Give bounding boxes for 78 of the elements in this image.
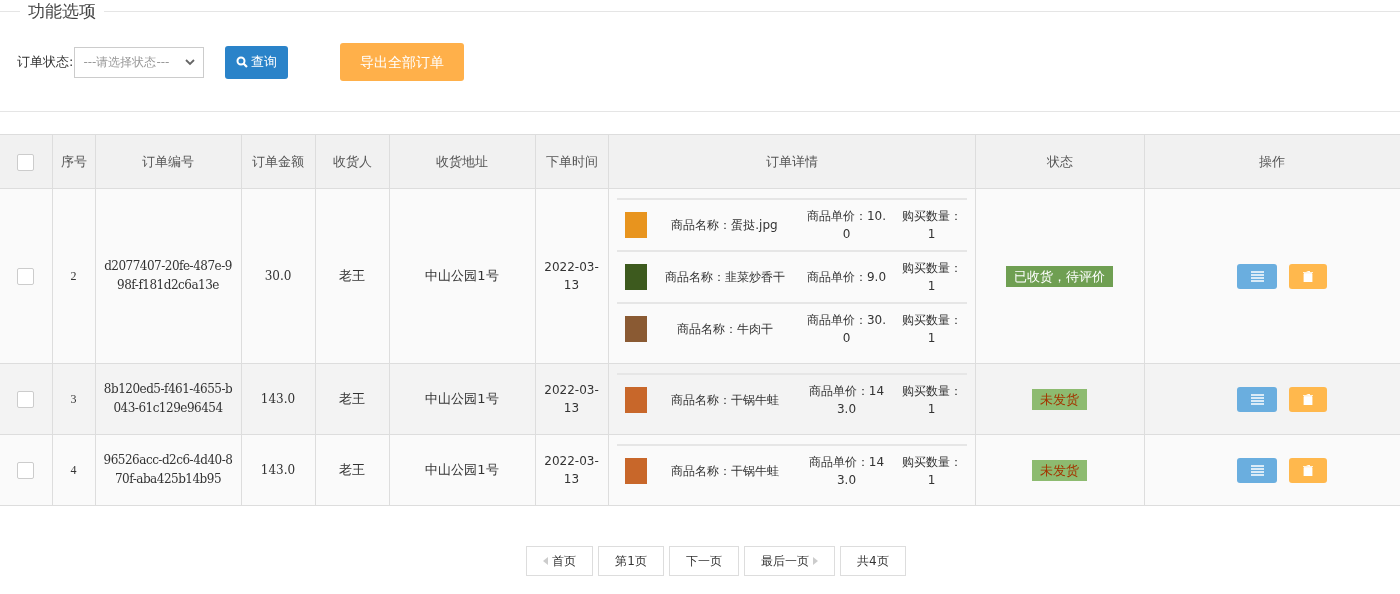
column-header: 下单时间 — [545, 153, 598, 169]
product-quantity: 购买数量：1 — [900, 383, 963, 418]
list-icon — [1250, 393, 1264, 405]
status-badge: 未发货 — [1032, 388, 1087, 410]
page-button[interactable]: 下一页 — [669, 546, 739, 576]
table-cell-text: 老王 — [339, 390, 365, 409]
list-button[interactable] — [1237, 386, 1278, 412]
product-price: 商品单价：143.0 — [807, 383, 886, 418]
left-triangle-icon — [543, 557, 549, 565]
product-quantity: 购买数量：1 — [900, 260, 963, 295]
delete-button[interactable] — [1289, 457, 1328, 483]
table-cell-text: 96526acc-d2c6-4d40-870f-aba425b14b95 — [103, 452, 233, 488]
photo-placeholder — [624, 387, 647, 413]
column-header: 状态 — [1046, 153, 1073, 169]
trash-icon — [1303, 270, 1314, 282]
product-quantity: 购买数量：1 — [900, 312, 963, 347]
status-badge: 未发货 — [1032, 459, 1087, 481]
product-name: 商品名称：蛋挞.jpg — [670, 217, 779, 234]
trash-icon — [1303, 393, 1314, 405]
table-cell-text: 老王 — [339, 461, 365, 480]
page-button[interactable]: 第1页 — [598, 546, 664, 576]
table-cell-text: 2 — [70, 268, 77, 286]
column-header: 收货地址 — [436, 153, 488, 169]
table-cell-text: 中山公园1号 — [425, 267, 499, 286]
photo-placeholder — [624, 264, 647, 290]
product-price: 商品单价：9.0 — [805, 269, 888, 286]
checkbox[interactable] — [17, 268, 35, 286]
table-cell-text: 30.0 — [264, 268, 292, 286]
product-price: 商品单价：143.0 — [807, 454, 886, 489]
photo-placeholder — [624, 316, 647, 342]
delete-button[interactable] — [1289, 263, 1328, 289]
list-button[interactable] — [1237, 263, 1278, 289]
table-cell-text: 143.0 — [260, 391, 296, 409]
table-cell-text: 4 — [70, 462, 77, 480]
page-button[interactable]: 共4页 — [840, 546, 906, 576]
table-cell-text: 8b120ed5-f461-4655-b043-61c129e96454 — [103, 381, 233, 417]
status-badge: 已收货，待评价 — [1006, 265, 1113, 287]
table-cell-text: 老王 — [339, 267, 365, 286]
column-header: 收货人 — [332, 153, 372, 169]
product-name: 商品名称：牛肉干 — [675, 321, 774, 338]
product-name: 商品名称：干锅牛蛙 — [669, 463, 780, 480]
product-name: 商品名称：干锅牛蛙 — [669, 392, 780, 409]
right-triangle-icon — [813, 557, 818, 565]
product-name: 商品名称：韭菜炒香干 — [663, 269, 786, 286]
photo-placeholder — [624, 458, 647, 484]
list-button[interactable] — [1237, 457, 1278, 483]
table-cell-text: 中山公园1号 — [425, 461, 499, 480]
column-header: 序号 — [60, 153, 87, 169]
table-cell-text: 143.0 — [260, 462, 296, 480]
list-icon — [1250, 270, 1264, 282]
list-icon — [1250, 464, 1264, 476]
table-cell-text: 2022-03-13 — [543, 381, 600, 417]
table-cell-text: 3 — [70, 391, 77, 409]
page-button[interactable]: 最后一页 — [744, 546, 835, 576]
product-price: 商品单价：10.0 — [805, 208, 888, 243]
checkbox[interactable] — [17, 391, 35, 409]
search-icon — [236, 56, 249, 68]
column-header: 操作 — [1259, 153, 1285, 169]
filter-label: 订单状态: — [17, 53, 74, 72]
table-cell-text: 2022-03-13 — [543, 452, 600, 488]
table-cell-text: d2077407-20fe-487e-998f-f181d2c6a13e — [103, 258, 233, 294]
delete-button[interactable] — [1289, 386, 1328, 412]
photo-placeholder — [624, 212, 647, 238]
caret-icon — [185, 58, 196, 66]
checkbox[interactable] — [17, 462, 35, 480]
column-header: 订单编号 — [142, 153, 194, 169]
checkbox[interactable] — [17, 153, 35, 171]
search-button[interactable]: 查询 — [225, 45, 289, 79]
trash-icon — [1303, 464, 1314, 476]
page-button[interactable]: 首页 — [526, 546, 594, 576]
table-cell-text: 2022-03-13 — [543, 258, 600, 294]
section-title: 功能选项 — [20, 0, 104, 22]
table-cell-text: 中山公园1号 — [425, 390, 499, 409]
product-quantity: 购买数量：1 — [900, 208, 963, 243]
product-price: 商品单价：30.0 — [805, 312, 888, 347]
column-header: 订单金额 — [252, 153, 304, 169]
column-header: 订单详情 — [765, 153, 818, 169]
product-quantity: 购买数量：1 — [900, 454, 963, 489]
